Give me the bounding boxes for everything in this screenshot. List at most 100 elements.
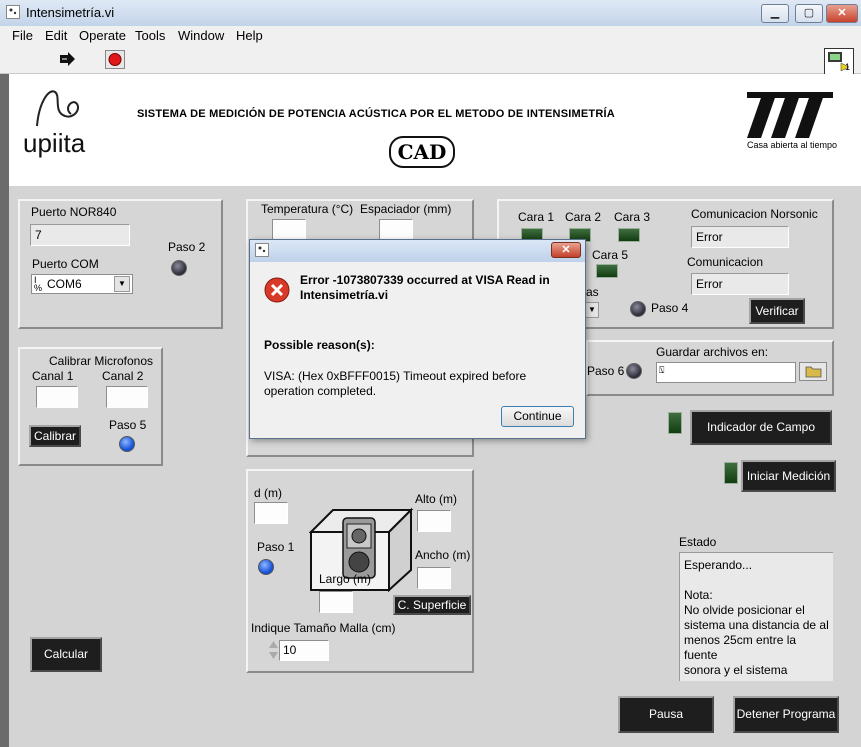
path-icon: ⍂ — [659, 365, 665, 375]
window-title: Intensimetría.vi — [26, 5, 115, 20]
vi-connector-icon: 1 — [824, 48, 854, 76]
iniciar-led — [724, 462, 738, 484]
upiita-logo-text: upiita — [23, 128, 86, 158]
close-window-button[interactable]: ✕ — [826, 4, 858, 23]
reason-text: VISA: (Hex 0xBFFF0015) Timeout expired b… — [264, 369, 527, 398]
estado-line — [684, 573, 829, 588]
com-port-value: COM6 — [47, 277, 82, 291]
cara3-label: Cara 3 — [614, 210, 651, 224]
paso4-led — [630, 301, 646, 317]
malla-field[interactable]: 10 — [279, 640, 329, 661]
paso2-label: Paso 2 — [168, 240, 206, 254]
dimensions-panel: d (m) Paso 1 Alto (m) Ancho (m) Largo (m… — [246, 469, 474, 673]
error-x-icon — [264, 277, 290, 303]
espaciador-field[interactable] — [379, 219, 413, 241]
window-titlebar: Intensimetría.vi ▁ ▢ ✕ — [0, 0, 861, 27]
menu-operate[interactable]: Operate — [79, 28, 126, 43]
calibrar-title: Calibrar Microfonos — [49, 354, 154, 368]
estado-line: No olvide posicionar el — [684, 603, 805, 617]
alto-label: Alto (m) — [415, 492, 457, 506]
ancho-label: Ancho (m) — [415, 548, 471, 562]
chevron-down-icon[interactable]: ▼ — [585, 302, 599, 318]
uam-logo-icon — [747, 92, 833, 138]
alto-field[interactable] — [417, 510, 451, 532]
estado-line: sistema una distancia de al — [684, 618, 829, 632]
comunicacion-status: Error — [691, 273, 789, 295]
malla-label: Indique Tamaño Malla (cm) — [251, 621, 396, 635]
paso5-label: Paso 5 — [109, 418, 147, 432]
espaciador-label: Espaciador (mm) — [360, 202, 452, 216]
estado-line: Esperando... — [684, 558, 753, 572]
largo-label: Largo (m) — [319, 572, 372, 586]
temperatura-label: Temperatura (°C) — [261, 202, 354, 216]
iniciar-medicion-button[interactable]: Iniciar Medición — [741, 460, 836, 492]
estado-textbox: Esperando... Nota: No olvide posicionar … — [679, 552, 833, 681]
puerto-nor840-label: Puerto NOR840 — [31, 205, 117, 219]
menu-tools[interactable]: Tools — [135, 28, 165, 43]
d-field[interactable] — [254, 502, 288, 524]
panel-header: upiita SISTEMA DE MEDICIÓN DE POTENCIA A… — [9, 74, 861, 186]
visa-io-icon: I% — [34, 275, 43, 293]
close-icon[interactable]: ✕ — [551, 242, 581, 258]
temperatura-field[interactable] — [272, 219, 306, 241]
cara1-label: Cara 1 — [518, 210, 555, 224]
com-port-select[interactable]: I% COM6 ▼ — [31, 274, 133, 294]
canal2-label: Canal 2 — [102, 369, 144, 383]
folder-icon[interactable] — [799, 362, 827, 381]
estado-label: Estado — [679, 535, 717, 549]
ancho-field[interactable] — [417, 567, 451, 589]
continue-button[interactable]: Continue — [501, 406, 574, 427]
menu-help[interactable]: Help — [236, 28, 263, 43]
caras-partial-label: as — [586, 285, 599, 299]
paso5-led — [119, 436, 135, 452]
largo-field[interactable] — [319, 591, 353, 613]
menu-edit[interactable]: Edit — [45, 28, 67, 43]
indicador-campo-button[interactable]: Indicador de Campo — [690, 410, 832, 445]
cad-logo: CAD — [389, 136, 455, 168]
menu-file[interactable]: File — [12, 28, 33, 43]
vi-app-icon — [255, 243, 269, 257]
cara3-led — [618, 228, 640, 242]
calibrar-panel: Calibrar Microfonos Canal 1 Canal 2 Cali… — [18, 347, 163, 466]
pausa-button[interactable]: Pausa — [618, 696, 714, 733]
error-message: Error -1073807339 occurred at VISA Read … — [300, 273, 550, 302]
menu-window[interactable]: Window — [178, 28, 224, 43]
norsonic-label: Comunicacion Norsonic — [691, 207, 818, 221]
calibrar-button[interactable]: Calibrar — [29, 425, 81, 447]
calcular-button[interactable]: Calcular — [30, 637, 102, 672]
chevron-down-icon[interactable]: ▼ — [114, 276, 130, 292]
paso4-label: Paso 4 — [651, 301, 689, 315]
minimize-button[interactable]: ▁ — [761, 4, 789, 23]
menu-bar: File Edit Operate Tools Window Help — [0, 26, 861, 46]
path-input[interactable]: ⍂ — [656, 362, 796, 383]
canal2-field[interactable] — [106, 386, 148, 408]
error-dialog: ✕ Error -1073807339 occurred at VISA Rea… — [249, 239, 586, 439]
detener-button[interactable]: Detener Programa — [733, 696, 839, 733]
paso6-led — [626, 363, 642, 379]
run-arrow-icon[interactable] — [58, 51, 76, 67]
abort-icon[interactable] — [105, 50, 125, 69]
upiita-logo-icon — [25, 82, 95, 132]
puerto-nor840-field[interactable]: 7 — [30, 224, 130, 246]
comunicacion-label: Comunicacion — [687, 255, 764, 269]
maximize-button[interactable]: ▢ — [795, 4, 823, 23]
canal1-label: Canal 1 — [32, 369, 74, 383]
vi-app-icon — [6, 5, 20, 19]
canal1-field[interactable] — [36, 386, 78, 408]
cara2-label: Cara 2 — [565, 210, 602, 224]
dialog-titlebar: ✕ — [250, 240, 585, 262]
paso2-led — [171, 260, 187, 276]
superficie-button[interactable]: C. Superficie — [393, 595, 471, 615]
verificar-button[interactable]: Verificar — [749, 298, 805, 324]
guardar-label: Guardar archivos en: — [656, 345, 769, 359]
cara5-led — [596, 264, 618, 278]
norsonic-status: Error — [691, 226, 789, 248]
page-title: SISTEMA DE MEDICIÓN DE POTENCIA ACÚSTICA… — [137, 108, 615, 120]
toolbar: 1 — [0, 46, 861, 76]
estado-line: Nota: — [684, 588, 713, 602]
paso6-label: Paso 6 — [587, 364, 625, 378]
cad-logo-text: CAD — [397, 140, 447, 164]
cara5-label: Cara 5 — [592, 248, 629, 262]
estado-line: menos 25cm entre la — [684, 633, 797, 647]
paso1-label: Paso 1 — [257, 540, 295, 554]
